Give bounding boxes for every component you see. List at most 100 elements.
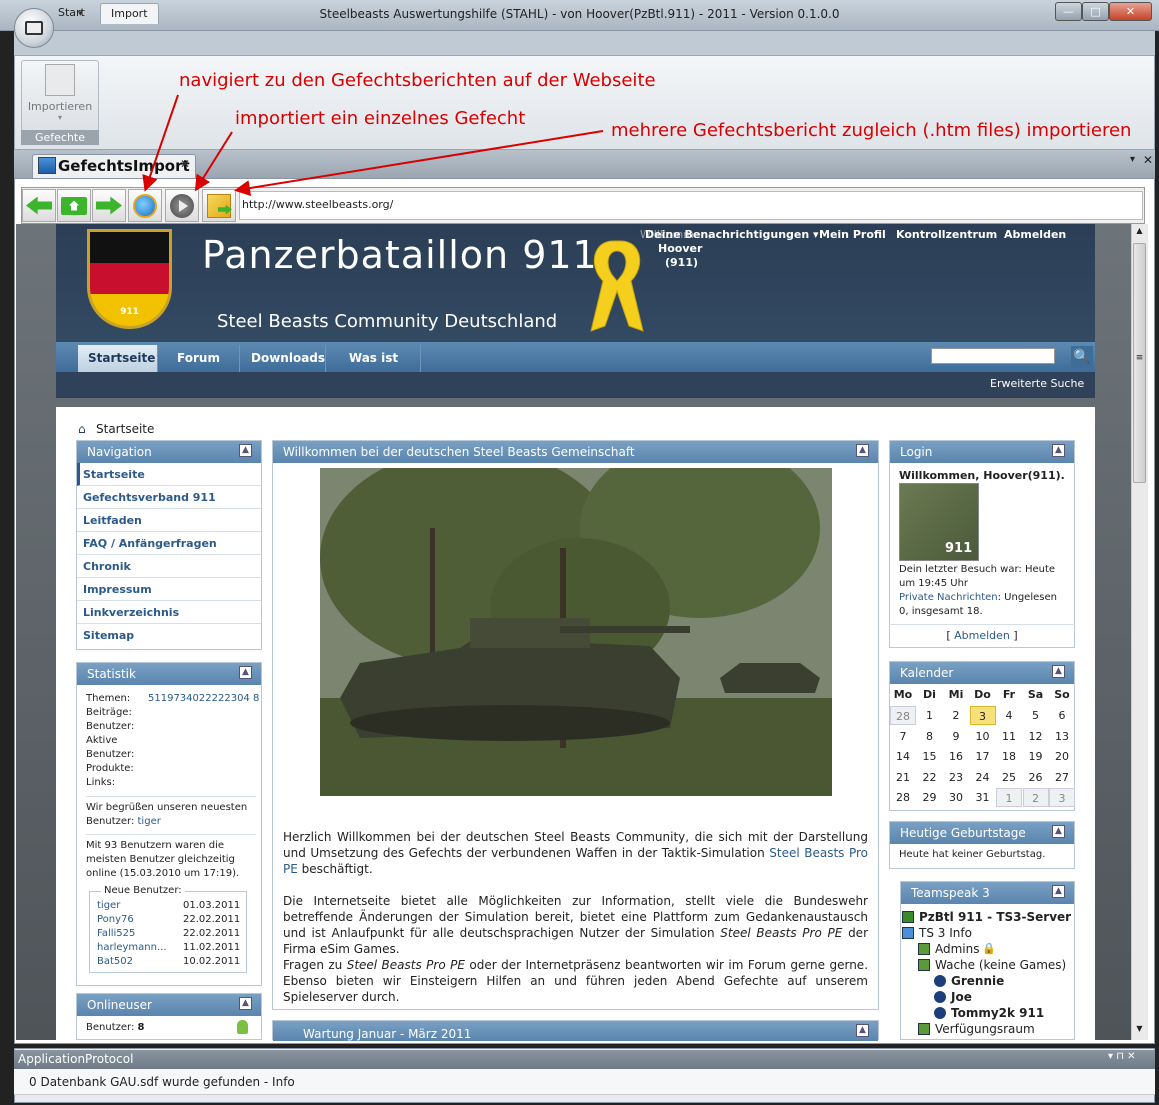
forward-button[interactable] xyxy=(92,189,126,222)
new-user-link[interactable]: Pony76 xyxy=(97,913,167,927)
navigate-reports-button[interactable] xyxy=(128,189,162,222)
tab-import[interactable]: Import xyxy=(100,3,159,24)
document-menu-icon[interactable]: ▾ xyxy=(1130,154,1135,165)
minimize-button[interactable]: — xyxy=(1055,2,1082,21)
collapse-icon[interactable]: ▲ xyxy=(1052,444,1065,457)
calendar-day[interactable]: 2 xyxy=(1022,788,1049,807)
new-user-link[interactable]: Falli525 xyxy=(97,927,167,941)
scroll-thumb[interactable] xyxy=(1133,243,1146,483)
panel-controls[interactable]: ▾ ⊓ ✕ xyxy=(1108,1051,1136,1062)
calendar-day[interactable]: 28 xyxy=(890,706,916,725)
new-user-link[interactable]: Bat502 xyxy=(97,955,167,969)
collapse-icon[interactable]: ▲ xyxy=(856,1024,869,1037)
calendar-day[interactable]: 28 xyxy=(890,788,916,807)
site-search-input[interactable] xyxy=(931,348,1055,364)
nav-link-leitfaden[interactable]: Leitfaden xyxy=(77,509,261,532)
nav-link-sitemap[interactable]: Sitemap xyxy=(77,624,261,647)
nav-link-gefechtsverband[interactable]: Gefechtsverband 911 xyxy=(77,486,261,509)
ts-user[interactable]: Tommy2k 911 xyxy=(951,1006,1044,1020)
home-button[interactable] xyxy=(57,189,91,222)
calendar-day[interactable]: 1 xyxy=(917,706,943,725)
import-single-button[interactable] xyxy=(165,189,199,222)
nav-link-chronik[interactable]: Chronik xyxy=(77,555,261,578)
calendar-day[interactable]: 5 xyxy=(1023,706,1049,725)
collapse-icon[interactable]: ▲ xyxy=(239,666,252,679)
calendar-day[interactable]: 9 xyxy=(943,727,969,746)
calendar-day[interactable]: 30 xyxy=(943,788,969,807)
search-icon[interactable]: 🔍 xyxy=(1071,346,1093,368)
control-panel-link[interactable]: Kontrollzentrum xyxy=(896,228,997,241)
ts-channel-wache[interactable]: Wache (keine Games) xyxy=(935,958,1066,972)
home-icon[interactable]: ⌂ xyxy=(78,422,86,436)
logout-link[interactable]: Abmelden xyxy=(1004,228,1066,241)
calendar-day[interactable]: 22 xyxy=(917,768,943,787)
new-user-link[interactable]: tiger xyxy=(97,899,167,913)
calendar-day[interactable]: 13 xyxy=(1049,727,1075,746)
notifications-link[interactable]: Deine Benachrichtigungen ▾ xyxy=(645,228,819,241)
calendar-day[interactable]: 3 xyxy=(1049,788,1075,807)
collapse-icon[interactable]: ▲ xyxy=(856,444,869,457)
maximize-button[interactable]: □ xyxy=(1082,2,1109,21)
calendar-day[interactable]: 27 xyxy=(1049,768,1075,787)
calendar-day[interactable]: 14 xyxy=(890,747,916,766)
calendar-day[interactable]: 18 xyxy=(996,747,1022,766)
application-menu-button[interactable] xyxy=(14,8,54,48)
tab-close-icon[interactable]: ✕ xyxy=(180,157,190,171)
tab-start[interactable]: Start xyxy=(48,3,95,24)
collapse-icon[interactable]: ▲ xyxy=(239,997,252,1010)
profile-link[interactable]: Mein Profil xyxy=(819,228,886,241)
ts-user[interactable]: Joe xyxy=(951,990,972,1004)
ts-info[interactable]: TS 3 Info xyxy=(919,926,972,940)
url-input[interactable]: http://www.steelbeasts.org/ xyxy=(239,191,1143,220)
calendar-day[interactable]: 11 xyxy=(996,727,1022,746)
calendar-day[interactable]: 24 xyxy=(970,768,996,787)
nav-link-impressum[interactable]: Impressum xyxy=(77,578,261,601)
collapse-icon[interactable]: ▲ xyxy=(1052,825,1065,838)
calendar-day[interactable]: 29 xyxy=(917,788,943,807)
calendar-day[interactable]: 15 xyxy=(917,747,943,766)
pane-close-icon[interactable]: ✕ xyxy=(1143,153,1153,167)
nav-link-linkverzeichnis[interactable]: Linkverzeichnis xyxy=(77,601,261,624)
scroll-up-icon[interactable]: ▲ xyxy=(1131,226,1148,240)
collapse-icon[interactable]: ▲ xyxy=(1052,665,1065,678)
nav-tab-whats-new[interactable]: Was ist neu? xyxy=(327,345,421,392)
collapse-icon[interactable]: ▲ xyxy=(239,444,252,457)
back-button[interactable] xyxy=(22,189,56,222)
calendar-day[interactable]: 1 xyxy=(996,788,1022,807)
close-button[interactable]: ✕ xyxy=(1109,2,1152,21)
breadcrumb[interactable]: Startseite xyxy=(96,422,154,436)
user-name[interactable]: Hoover xyxy=(658,242,702,255)
ts-channel-admins[interactable]: Admins xyxy=(935,942,980,956)
calendar-day[interactable]: 16 xyxy=(943,747,969,766)
calendar-day[interactable]: 26 xyxy=(1023,768,1049,787)
nav-tab-downloads[interactable]: Downloads xyxy=(241,345,326,372)
nav-link-startseite[interactable]: Startseite xyxy=(77,463,261,486)
login-logout-link[interactable]: Abmelden xyxy=(954,629,1010,642)
calendar-day[interactable]: 25 xyxy=(996,768,1022,787)
calendar-day[interactable]: 21 xyxy=(890,768,916,787)
scroll-down-icon[interactable]: ▼ xyxy=(1131,1024,1148,1033)
calendar-day[interactable]: 31 xyxy=(970,788,996,807)
calendar-day[interactable]: 20 xyxy=(1049,747,1075,766)
calendar-day[interactable]: 4 xyxy=(996,706,1022,725)
newest-user-link[interactable]: tiger xyxy=(138,816,161,827)
calendar-today[interactable]: 3 xyxy=(969,706,996,725)
nav-tab-startseite[interactable]: Startseite xyxy=(78,345,158,372)
calendar-day[interactable]: 19 xyxy=(1023,747,1049,766)
calendar-day[interactable]: 17 xyxy=(970,747,996,766)
import-multiple-button[interactable] xyxy=(202,189,236,222)
pm-link[interactable]: Private Nachrichten xyxy=(899,592,998,603)
collapse-icon[interactable]: ▲ xyxy=(1052,885,1065,898)
ts-channel-verfuegungsraum[interactable]: Verfügungsraum xyxy=(935,1022,1035,1036)
calendar-day[interactable]: 12 xyxy=(1023,727,1049,746)
nav-tab-forum[interactable]: Forum xyxy=(158,345,240,372)
calendar-day[interactable]: 23 xyxy=(943,768,969,787)
calendar-day[interactable]: 10 xyxy=(970,727,996,746)
ts-user[interactable]: Grennie xyxy=(951,974,1004,988)
nav-link-faq[interactable]: FAQ / Anfängerfragen xyxy=(77,532,261,555)
calendar-day[interactable]: 7 xyxy=(890,727,916,746)
calendar-day[interactable]: 2 xyxy=(943,706,969,725)
calendar-day[interactable]: 6 xyxy=(1049,706,1075,725)
ts-server[interactable]: PzBtl 911 - TS3-Server xyxy=(919,910,1071,924)
log-row[interactable]: 0 Datenbank GAU.sdf wurde gefunden - Inf… xyxy=(14,1069,1155,1095)
